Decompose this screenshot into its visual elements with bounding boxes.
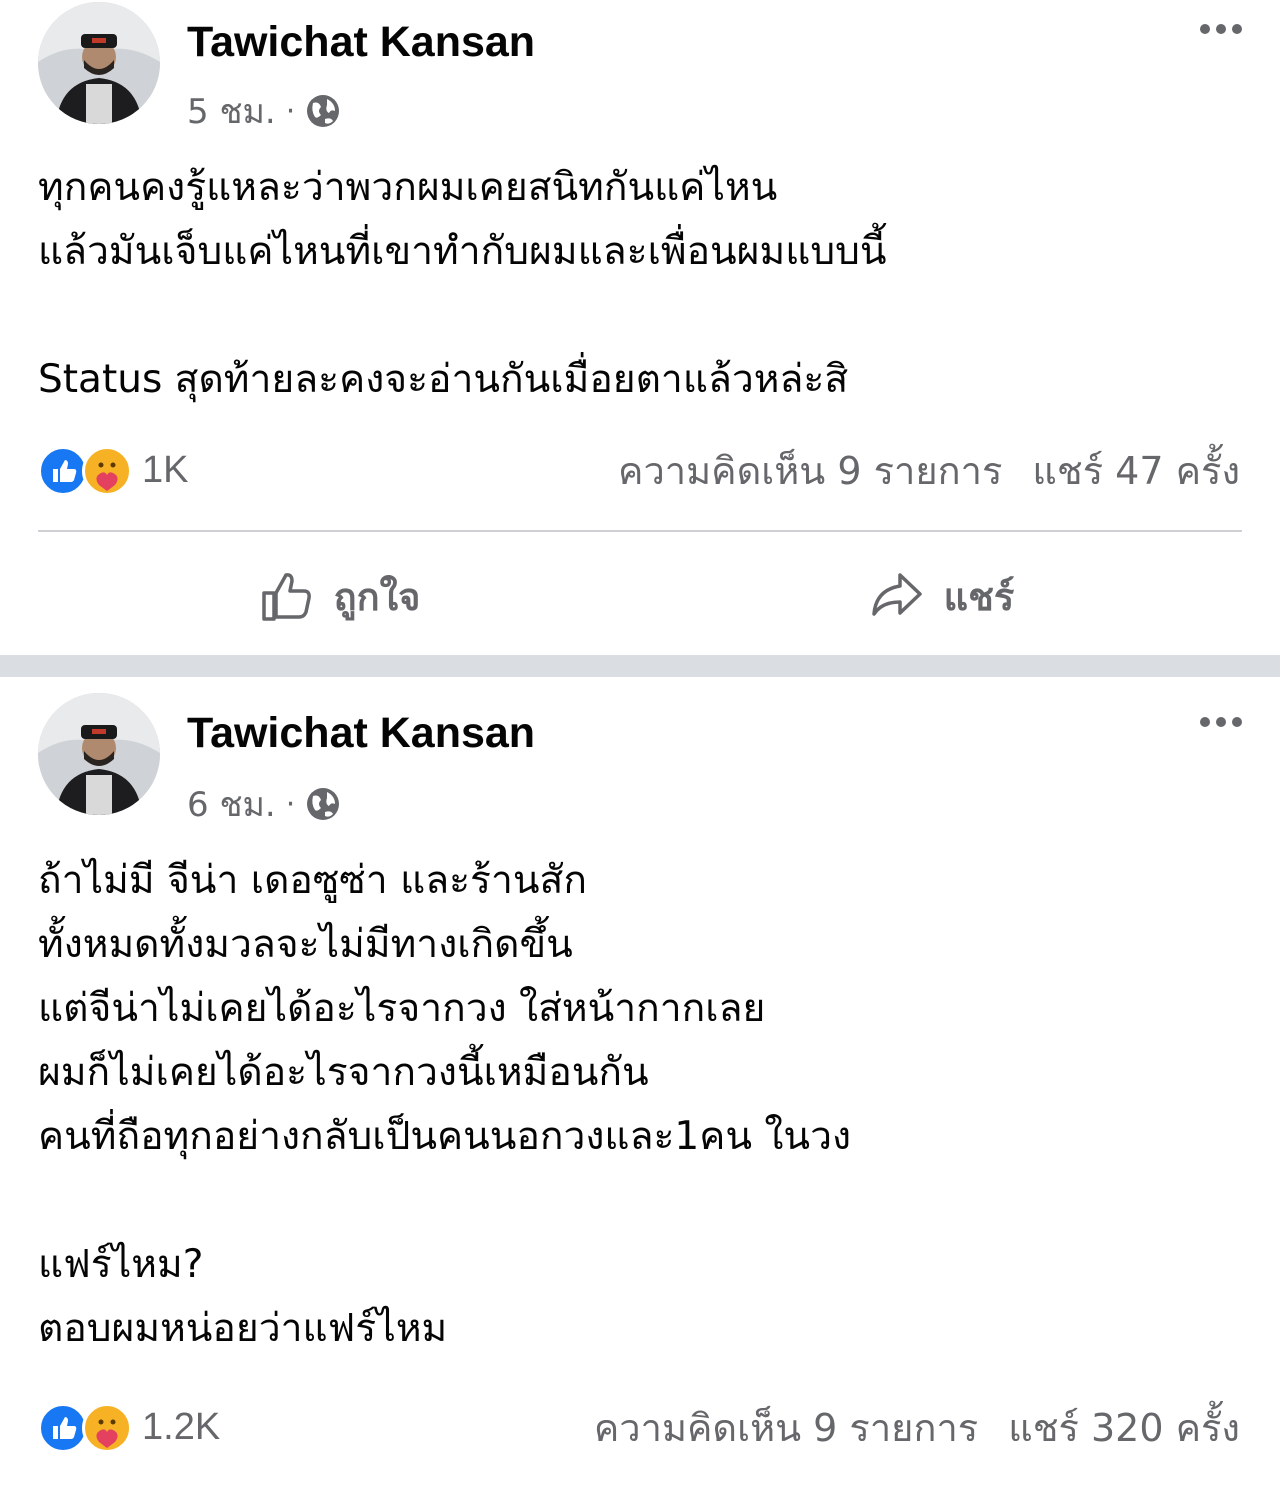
post-text: ทุกคนคงรู้แหละว่าพวกผมเคยสนิทกันแค่ไหน แ… <box>38 156 1242 412</box>
share-count[interactable]: แชร์ 47 ครั้ง <box>1032 440 1240 501</box>
post-text-line: ตอบผมหน่อยว่าแฟร์ไหม <box>38 1306 448 1351</box>
thumbs-up-icon <box>261 573 311 621</box>
author-name[interactable]: Tawichat Kansan <box>187 18 535 67</box>
post-text-line: Status สุดท้ายละคงจะอ่านกันเมื่อยตาแล้วห… <box>38 357 849 402</box>
post-text-line: ทั้งหมดทั้งมวลจะไม่มีทางเกิดขึ้น <box>38 922 573 967</box>
divider <box>38 530 1242 532</box>
post-meta: 6 ชม. · <box>187 777 341 831</box>
reaction-summary[interactable]: 1.2K <box>38 1402 221 1453</box>
post-meta: 5 ชม. · <box>187 84 341 138</box>
post-card: Tawichat Kansan 6 ชม. · ถ้าไม่มี จีน่า เ… <box>0 677 1280 1486</box>
post-text-line: ผมก็ไม่เคยได้อะไรจากวงนี้เหมือนกัน <box>38 1050 649 1095</box>
profile-photo <box>38 693 160 815</box>
post-text-blank <box>38 284 1242 348</box>
reaction-count: 1K <box>142 449 189 491</box>
comment-count[interactable]: ความคิดเห็น 9 รายการ <box>594 1397 978 1458</box>
care-reaction-icon <box>82 1402 132 1453</box>
care-reaction-icon <box>82 445 132 496</box>
post-text-line: คนที่ถือทุกอย่างกลับเป็นคนนอกวงและ1คน ใน… <box>38 1114 852 1159</box>
post-actions: ถูกใจ แชร์ <box>38 548 1242 644</box>
post-text-line: ทุกคนคงรู้แหละว่าพวกผมเคยสนิทกันแค่ไหน <box>38 165 778 210</box>
profile-photo <box>38 2 160 124</box>
post-card: Tawichat Kansan 5 ชม. · ทุกคนคงรู้แหละว่… <box>0 0 1280 655</box>
share-icon <box>871 573 922 616</box>
like-button[interactable]: ถูกใจ <box>38 548 640 644</box>
post-text-line: แฟร์ไหม? <box>38 1242 204 1287</box>
like-reaction-icon <box>38 445 88 496</box>
post-text-line: แต่จีน่าไม่เคยได้อะไรจากวง ใส่หน้ากากเลย <box>38 986 766 1031</box>
like-label: ถูกใจ <box>333 574 421 619</box>
comment-count[interactable]: ความคิดเห็น 9 รายการ <box>618 440 1002 501</box>
avatar[interactable] <box>38 693 160 815</box>
globe-icon <box>307 788 340 820</box>
engagement-counts: ความคิดเห็น 9 รายการ แชร์ 320 ครั้ง <box>594 1397 1240 1458</box>
meta-separator: · <box>285 786 296 822</box>
author-name[interactable]: Tawichat Kansan <box>187 709 535 758</box>
reaction-count: 1.2K <box>142 1406 221 1448</box>
meta-separator: · <box>285 93 296 129</box>
post-text-line: แล้วมันเจ็บแค่ไหนที่เขาทำกับผมและเพื่อนผ… <box>38 229 887 274</box>
like-reaction-icon <box>38 1402 88 1453</box>
post-text-line: ถ้าไม่มี จีน่า เดอซูซ่า และร้านสัก <box>38 858 587 903</box>
post-stats: 1K ความคิดเห็น 9 รายการ แชร์ 47 ครั้ง <box>38 440 1240 501</box>
share-count[interactable]: แชร์ 320 ครั้ง <box>1008 1397 1240 1458</box>
post-text: ถ้าไม่มี จีน่า เดอซูซ่า และร้านสัก ทั้งห… <box>38 849 1242 1361</box>
post-time[interactable]: 5 ชม. <box>187 84 276 138</box>
post-stats: 1.2K ความคิดเห็น 9 รายการ แชร์ 320 ครั้ง <box>38 1397 1240 1458</box>
share-button[interactable]: แชร์ <box>640 548 1242 644</box>
post-time[interactable]: 6 ชม. <box>187 777 276 831</box>
share-label: แชร์ <box>943 574 1015 619</box>
globe-icon <box>307 95 340 127</box>
more-options-icon[interactable] <box>1200 717 1242 727</box>
avatar[interactable] <box>38 2 160 124</box>
engagement-counts: ความคิดเห็น 9 รายการ แชร์ 47 ครั้ง <box>618 440 1240 501</box>
more-options-icon[interactable] <box>1200 24 1242 34</box>
post-text-blank <box>38 1169 1242 1233</box>
reaction-summary[interactable]: 1K <box>38 445 189 496</box>
feed-separator <box>0 655 1280 677</box>
